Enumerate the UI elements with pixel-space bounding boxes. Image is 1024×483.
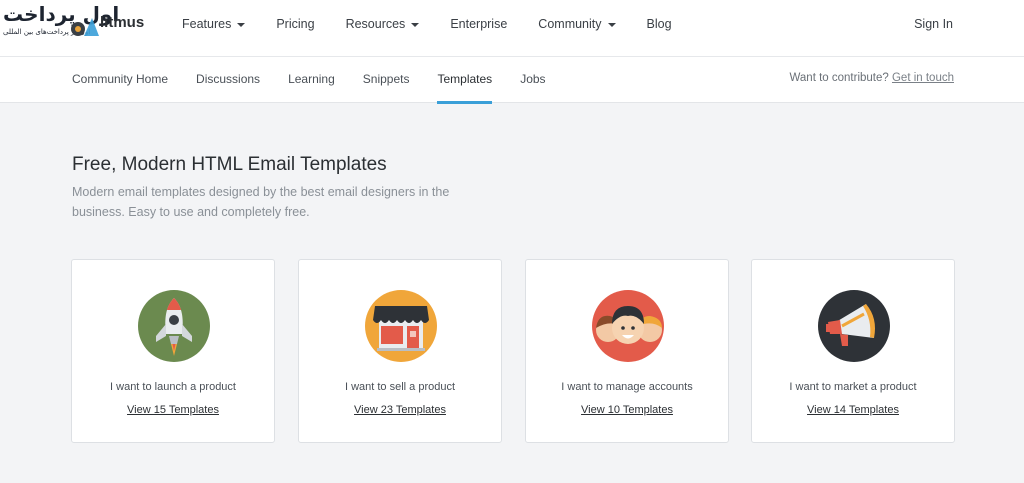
rocket-icon [138, 290, 210, 362]
nav-item-features[interactable]: Features [182, 17, 246, 31]
card-market-product[interactable]: I want to market a product View 14 Templ… [751, 259, 955, 443]
template-category-cards: I want to launch a product View 15 Templ… [71, 259, 955, 443]
card-label: I want to sell a product [344, 381, 456, 393]
subnav-item-templates[interactable]: Templates [437, 57, 492, 104]
card-label: I want to manage accounts [561, 381, 693, 393]
contribute-prompt: Want to contribute? Get in touch [789, 72, 954, 84]
nav-label: Resources [345, 17, 406, 31]
community-subnav: Community Home Discussions Learning Snip… [72, 57, 574, 104]
logo-mark-icon [71, 18, 99, 36]
page-title: Free, Modern HTML Email Templates [72, 154, 387, 175]
subnav-item-jobs[interactable]: Jobs [520, 57, 545, 103]
nav-item-blog[interactable]: Blog [647, 17, 672, 31]
nav-label: Community [538, 17, 602, 31]
chevron-down-icon [237, 22, 246, 27]
card-sell-product[interactable]: I want to sell a product View 23 Templat… [298, 259, 502, 443]
subnav-item-snippets[interactable]: Snippets [363, 57, 410, 103]
card-label: I want to launch a product [110, 381, 236, 393]
nav-label: Pricing [276, 17, 315, 31]
nav-label: Features [182, 17, 232, 31]
brand-logo[interactable]: اول پرداخت اول در پرداخت‌های بین المللی … [0, 2, 160, 42]
view-templates-link[interactable]: View 10 Templates [526, 404, 728, 416]
logo-wordmark: litmus [100, 14, 145, 31]
nav-item-pricing[interactable]: Pricing [276, 17, 314, 31]
view-templates-link[interactable]: View 15 Templates [72, 404, 274, 416]
nav-item-resources[interactable]: Resources [346, 17, 420, 31]
subnav-item-discussions[interactable]: Discussions [196, 57, 260, 103]
subnav-item-learning[interactable]: Learning [288, 57, 335, 103]
nav-label: Enterprise [450, 17, 508, 31]
top-navbar: اول پرداخت اول در پرداخت‌های بین المللی … [0, 0, 1024, 57]
get-in-touch-link[interactable]: Get in touch [892, 72, 954, 84]
community-subnav-bar: Community Home Discussions Learning Snip… [0, 57, 1024, 104]
chevron-down-icon [411, 22, 420, 27]
subnav-item-community-home[interactable]: Community Home [72, 57, 168, 103]
sign-in-link[interactable]: Sign In [914, 17, 953, 31]
view-templates-link[interactable]: View 14 Templates [752, 404, 954, 416]
people-icon [592, 290, 664, 362]
contribute-text: Want to contribute? [789, 72, 889, 84]
megaphone-icon [818, 290, 890, 362]
nav-item-community[interactable]: Community [538, 17, 616, 31]
nav-item-enterprise[interactable]: Enterprise [450, 17, 507, 31]
chevron-down-icon [607, 22, 616, 27]
card-manage-accounts[interactable]: I want to manage accounts View 10 Templa… [525, 259, 729, 443]
storefront-icon [365, 290, 437, 362]
card-label: I want to market a product [789, 381, 917, 393]
view-templates-link[interactable]: View 23 Templates [299, 404, 501, 416]
main-nav: Features Pricing Resources Enterprise Co… [182, 17, 703, 31]
nav-label: Blog [646, 17, 672, 31]
card-launch-product[interactable]: I want to launch a product View 15 Templ… [71, 259, 275, 443]
page-description: Modern email templates designed by the b… [72, 185, 450, 219]
